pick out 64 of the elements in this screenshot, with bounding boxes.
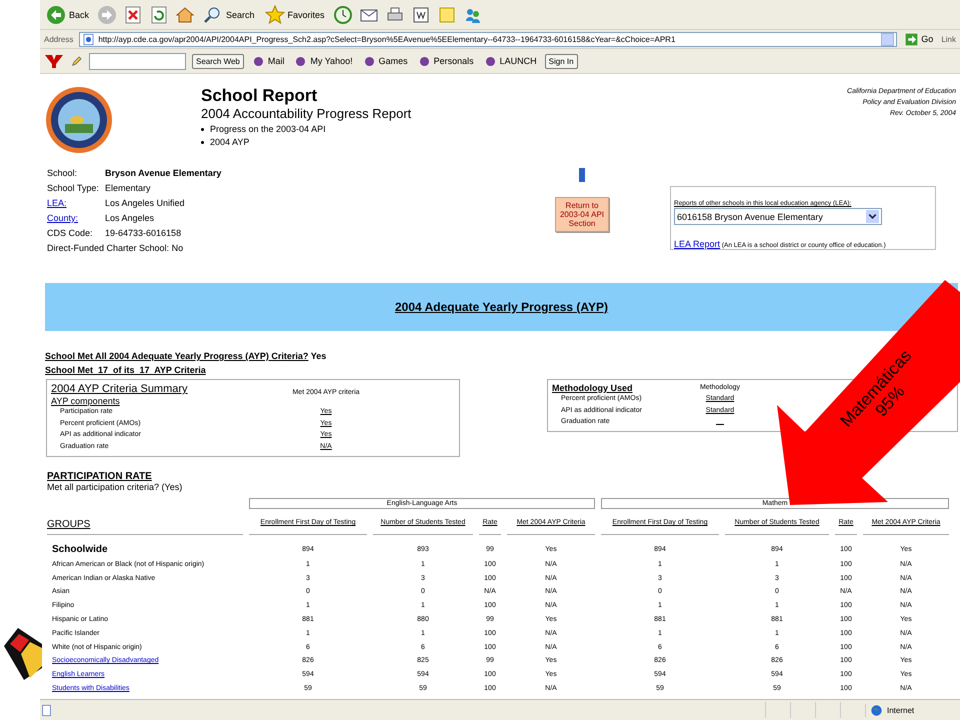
bullet-icon bbox=[201, 128, 204, 130]
school-dropdown[interactable]: 6016158 Bryson Avenue Elementary bbox=[674, 208, 882, 225]
info-value: Los Angeles Unified bbox=[105, 198, 186, 208]
toolbar-item[interactable]: LAUNCH bbox=[482, 52, 539, 70]
toolbar-item-icon bbox=[252, 54, 265, 68]
group-name: Schoolwide bbox=[52, 544, 108, 555]
report-subtitle: 2004 Accountability Progress Report bbox=[201, 106, 412, 121]
summary-title: 2004 AYP Criteria Summary bbox=[51, 383, 189, 396]
bullet-item: Progress on the 2003-04 API bbox=[210, 124, 326, 134]
address-label: Address bbox=[44, 34, 74, 44]
bookmark-marker bbox=[579, 168, 585, 182]
info-field: Direct-Funded Charter School: No bbox=[47, 243, 502, 253]
home-icon[interactable] bbox=[175, 4, 196, 24]
section-title: PARTICIPATION RATE bbox=[47, 471, 153, 482]
info-label-link[interactable]: LEA: bbox=[47, 198, 105, 208]
info-label: School: bbox=[47, 168, 78, 178]
go-button[interactable]: Go bbox=[903, 30, 936, 48]
page-icon bbox=[82, 32, 96, 46]
search-field[interactable] bbox=[89, 52, 186, 70]
search-button[interactable]: Search bbox=[201, 2, 257, 26]
page-icon bbox=[40, 704, 53, 716]
document-icon[interactable] bbox=[410, 4, 431, 24]
toolbar-item-icon bbox=[362, 54, 376, 68]
bullet-item: 2004 AYP bbox=[210, 137, 250, 147]
back-button[interactable]: Back bbox=[44, 2, 92, 26]
toolbar-item[interactable]: Games bbox=[360, 52, 410, 70]
info-label-link[interactable]: County: bbox=[47, 213, 105, 223]
lea-report-link[interactable]: LEA Report bbox=[674, 239, 720, 249]
info-value: Bryson Avenue Elementary bbox=[105, 168, 222, 178]
toolbar-item[interactable]: Mail bbox=[250, 52, 286, 70]
participation-status: Met all participation criteria? (Yes) bbox=[47, 482, 184, 492]
info-label: CDS Code: bbox=[47, 228, 94, 238]
info-value: Elementary bbox=[105, 183, 152, 193]
star-icon bbox=[264, 4, 285, 24]
zone-label: Internet bbox=[887, 706, 914, 714]
info-label: School Type: bbox=[47, 183, 100, 193]
methodology-title: Methodology Used bbox=[552, 383, 634, 394]
sign-in-button[interactable]: Sign In bbox=[544, 54, 578, 68]
globe-icon bbox=[870, 704, 883, 716]
favorites-button[interactable]: Favorites bbox=[262, 2, 327, 26]
refresh-icon[interactable] bbox=[149, 4, 170, 24]
history-icon[interactable] bbox=[332, 4, 353, 24]
search-web-button[interactable]: Search Web bbox=[192, 54, 244, 68]
pencil-icon[interactable] bbox=[70, 54, 83, 68]
bullet-icon bbox=[201, 140, 204, 144]
criteria-count: School Met 17 of its 17 AYP Criteria bbox=[45, 364, 206, 377]
seal-logo bbox=[45, 86, 113, 154]
chevron-down-icon bbox=[866, 210, 879, 223]
toolbar-item-icon bbox=[294, 54, 308, 68]
report-title: School Report bbox=[201, 86, 318, 106]
stop-icon[interactable] bbox=[123, 4, 144, 24]
info-value: 19-64733-6016158 bbox=[105, 228, 182, 238]
links-label[interactable]: Link bbox=[941, 34, 956, 44]
groups-header: GROUPS bbox=[47, 519, 243, 535]
dropdown-button[interactable] bbox=[881, 32, 894, 46]
return-button[interactable]: Return to 2003-04 API Section bbox=[555, 197, 609, 232]
info-value: Los Angeles bbox=[105, 213, 156, 223]
ayp-banner: 2004 Adequate Yearly Progress (AYP) bbox=[45, 283, 958, 331]
toolbar-item-icon bbox=[418, 54, 431, 68]
toolbar-item[interactable]: My Yahoo! bbox=[292, 52, 355, 70]
summary-subtitle: AYP components bbox=[51, 396, 121, 406]
toolbar-item-icon bbox=[484, 54, 497, 68]
address-field[interactable]: http://ayp.cde.ca.gov/apr2004/API/2004API_Progress_Sch2.asp?cSelect=Bryson%5EAvenue%5EElementary--64733--1964733-6016158&cYear=&cChoice=APR1 bbox=[79, 32, 898, 46]
toolbar-item[interactable]: Personals bbox=[416, 52, 476, 70]
